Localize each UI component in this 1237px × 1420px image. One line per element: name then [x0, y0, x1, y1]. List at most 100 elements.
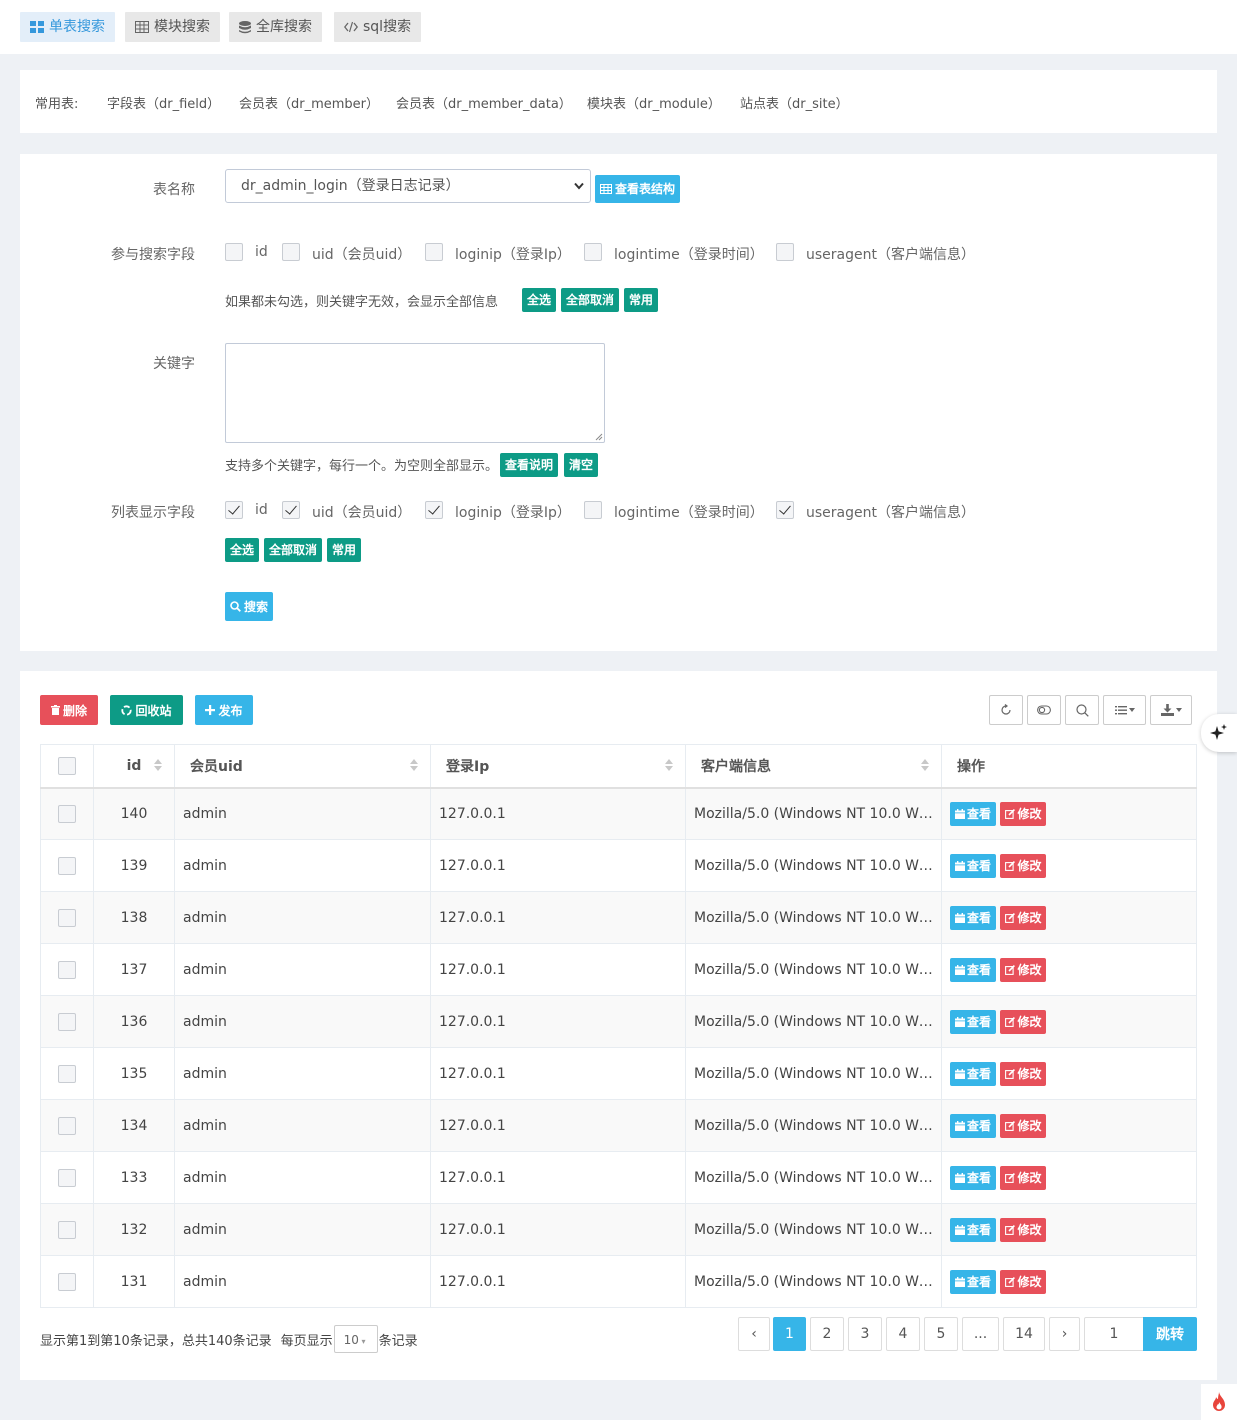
header-id[interactable]: id — [93, 744, 175, 789]
row-checkbox[interactable] — [58, 1272, 76, 1291]
pagination-page[interactable]: 4 — [886, 1317, 920, 1351]
row-select-cell[interactable] — [40, 995, 94, 1048]
recycle-bin-button[interactable]: 回收站 — [110, 695, 183, 725]
search-field-checkbox-useragent[interactable] — [776, 243, 794, 261]
tab-single-table-search[interactable]: 单表搜索 — [20, 12, 115, 42]
edit-button[interactable]: 修改 — [1000, 1061, 1047, 1086]
view-button[interactable]: 查看 — [950, 1165, 997, 1190]
row-select-cell[interactable] — [40, 839, 94, 892]
row-checkbox[interactable] — [58, 856, 76, 875]
edit-button[interactable]: 修改 — [1000, 1113, 1047, 1138]
table-select[interactable]: dr_admin_login（登录日志记录） — [225, 169, 591, 203]
view-button[interactable]: 查看 — [950, 1269, 997, 1294]
row-select-cell[interactable] — [40, 1151, 94, 1204]
list-deselect-all-button[interactable]: 全部取消 — [264, 538, 323, 562]
header-useragent[interactable]: 客户端信息 — [685, 744, 942, 789]
header-ip[interactable]: 登录Ip — [430, 744, 686, 789]
edit-button[interactable]: 修改 — [1000, 905, 1047, 930]
edit-button[interactable]: 修改 — [1000, 1217, 1047, 1242]
view-button[interactable]: 查看 — [950, 1009, 997, 1034]
row-checkbox[interactable] — [58, 1116, 76, 1135]
export-dropdown-button[interactable] — [1150, 695, 1192, 725]
keyword-textarea[interactable] — [225, 343, 605, 443]
search-select-all-button[interactable]: 全选 — [522, 288, 557, 312]
edit-button[interactable]: 修改 — [1000, 957, 1047, 982]
tab-full-db-search[interactable]: 全库搜索 — [229, 12, 322, 42]
view-structure-button[interactable]: 查看表结构 — [595, 175, 681, 203]
edit-button[interactable]: 修改 — [1000, 1009, 1047, 1034]
common-table-link[interactable]: 模块表（dr_module） — [587, 93, 721, 112]
row-checkbox[interactable] — [58, 1220, 76, 1239]
view-button[interactable]: 查看 — [950, 1217, 997, 1242]
tab-module-search[interactable]: 模块搜索 — [125, 12, 220, 42]
view-button[interactable]: 查看 — [950, 1061, 997, 1086]
search-field-checkbox-uid[interactable] — [282, 243, 300, 261]
row-select-cell[interactable] — [40, 1047, 94, 1100]
cell-useragent: Mozilla/5.0 (Windows NT 10.0 Win… — [685, 943, 942, 996]
row-select-cell[interactable] — [40, 891, 94, 944]
pagination-prev[interactable]: ‹ — [738, 1317, 770, 1351]
pagination-page[interactable]: 14 — [1003, 1317, 1045, 1351]
pagination-page[interactable]: 2 — [810, 1317, 844, 1351]
list-select-all-button[interactable]: 全选 — [225, 538, 260, 562]
delete-button[interactable]: 删除 — [40, 695, 98, 725]
refresh-button[interactable] — [989, 695, 1023, 725]
row-select-cell[interactable] — [40, 943, 94, 996]
edit-button[interactable]: 修改 — [1000, 1165, 1047, 1190]
header-select-all[interactable] — [40, 744, 94, 789]
view-button[interactable]: 查看 — [950, 1113, 997, 1138]
ai-assistant-button[interactable] — [1201, 714, 1237, 752]
search-field-checkbox-loginip[interactable] — [425, 243, 443, 261]
view-button[interactable]: 查看 — [950, 957, 997, 982]
columns-dropdown-button[interactable] — [1103, 695, 1146, 725]
search-field-checkbox-logintime[interactable] — [584, 243, 602, 261]
clear-keyword-button[interactable]: 清空 — [564, 453, 599, 477]
tab-sql-search[interactable]: sql搜索 — [334, 12, 422, 42]
per-page-select[interactable]: 10 ▾ — [333, 1325, 378, 1353]
edit-button[interactable]: 修改 — [1000, 1269, 1047, 1294]
row-checkbox[interactable] — [58, 960, 76, 979]
view-button[interactable]: 查看 — [950, 853, 997, 878]
table-search-button[interactable] — [1065, 695, 1099, 725]
jump-page-input[interactable]: 1 — [1084, 1317, 1144, 1351]
common-table-link[interactable]: 会员表（dr_member） — [239, 93, 379, 112]
row-checkbox[interactable] — [58, 1064, 76, 1083]
edit-button[interactable]: 修改 — [1000, 801, 1047, 826]
publish-button[interactable]: 发布 — [195, 695, 253, 725]
pagination-page[interactable]: 1 — [773, 1317, 806, 1351]
pagination-next[interactable]: › — [1049, 1317, 1080, 1351]
jump-button[interactable]: 跳转 — [1143, 1317, 1197, 1351]
row-checkbox[interactable] — [58, 1012, 76, 1031]
common-table-link[interactable]: 会员表（dr_member_data） — [396, 93, 572, 112]
toggle-view-button[interactable] — [1027, 695, 1061, 725]
list-common-button[interactable]: 常用 — [327, 538, 362, 562]
fire-logo-button[interactable] — [1201, 1384, 1237, 1420]
common-table-link[interactable]: 站点表（dr_site） — [740, 93, 849, 112]
search-button[interactable]: 搜索 — [225, 592, 274, 621]
search-common-button[interactable]: 常用 — [624, 288, 659, 312]
view-button[interactable]: 查看 — [950, 905, 997, 930]
search-deselect-all-button[interactable]: 全部取消 — [561, 288, 620, 312]
pagination-page[interactable]: 3 — [848, 1317, 882, 1351]
list-field-checkbox-uid[interactable] — [282, 501, 300, 519]
row-checkbox[interactable] — [58, 1168, 76, 1187]
common-table-link[interactable]: 字段表（dr_field） — [107, 93, 220, 112]
view-button[interactable]: 查看 — [950, 801, 997, 826]
list-field-checkbox-id[interactable] — [225, 501, 243, 519]
row-checkbox[interactable] — [58, 804, 76, 823]
list-field-checkbox-loginip[interactable] — [425, 501, 443, 519]
pagination-page[interactable]: 5 — [924, 1317, 958, 1351]
select-all-checkbox[interactable] — [58, 756, 76, 775]
row-select-cell[interactable] — [40, 1203, 94, 1256]
row-checkbox[interactable] — [58, 908, 76, 927]
list-field-checkbox-logintime[interactable] — [584, 501, 602, 519]
header-uid[interactable]: 会员uid — [174, 744, 431, 789]
list-field-checkbox-useragent[interactable] — [776, 501, 794, 519]
resize-handle-icon[interactable] — [595, 433, 603, 441]
row-select-cell[interactable] — [40, 787, 94, 840]
view-description-button[interactable]: 查看说明 — [500, 453, 559, 477]
search-field-checkbox-id[interactable] — [225, 243, 243, 261]
row-select-cell[interactable] — [40, 1099, 94, 1152]
row-select-cell[interactable] — [40, 1255, 94, 1308]
edit-button[interactable]: 修改 — [1000, 853, 1047, 878]
